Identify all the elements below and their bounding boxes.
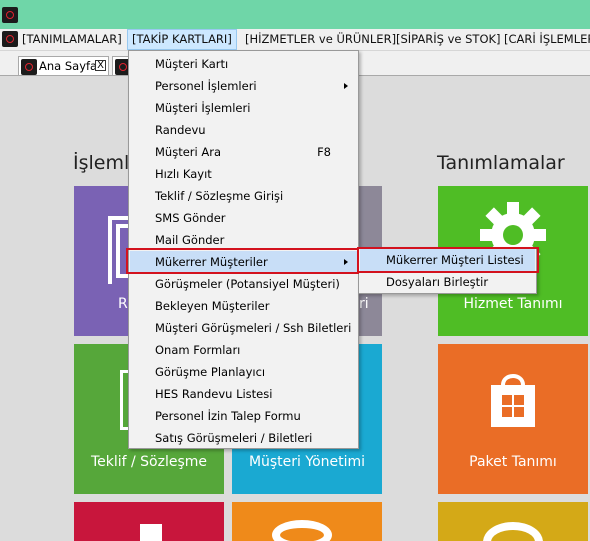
tile-label-hizmet-tanimi: Hizmet Tanımı (463, 296, 563, 312)
menu-item-personel-islemleri[interactable]: Personel İşlemleri (130, 75, 357, 97)
menu-item-gorusmeler[interactable]: Görüşmeler (Potansiyel Müşteri) (130, 273, 357, 295)
takip-kartlari-dropdown: Müşteri Kartı Personel İşlemleri Müşteri… (128, 50, 359, 449)
tile-label-teklif-sozlesme: Teklif / Sözleşme (90, 454, 208, 470)
menu-siparis-ve-stok[interactable]: [SİPARİŞ ve STOK] (392, 29, 505, 50)
menu-item-mail-gonder[interactable]: Mail Gönder (130, 229, 357, 251)
submenu-arrow-icon (344, 259, 348, 265)
menu-item-label: SMS Gönder (155, 211, 226, 225)
tab-label: Ana Sayfa (39, 59, 98, 73)
tile-orange[interactable] (232, 502, 382, 541)
menu-item-label: Görüşme Planlayıcı (155, 365, 266, 379)
menu-item-label: Randevu (155, 123, 206, 137)
tile-label-partial-2: ri (359, 296, 369, 312)
menu-item-label: HES Randevu Listesi (155, 387, 273, 401)
tile-red[interactable] (74, 502, 224, 541)
tab-ana-sayfa[interactable]: Ana Sayfa X (18, 56, 109, 76)
mukerrer-musteriler-submenu: Mükerrer Müşteri Listesi Dosyaları Birle… (358, 247, 537, 294)
app-logo-icon[interactable] (2, 7, 18, 23)
tile-yellow[interactable] (438, 502, 588, 541)
menu-item-musteri-islemleri[interactable]: Müşteri İşlemleri (130, 97, 357, 119)
menu-item-hizli-kayit[interactable]: Hızlı Kayıt (130, 163, 357, 185)
tab-close-button[interactable]: X (95, 60, 106, 71)
app-menu-icon[interactable] (2, 31, 18, 47)
menu-tanimlamalar[interactable]: [TANIMLAMALAR] (18, 29, 126, 50)
menu-item-label: Teklif / Sözleşme Girişi (155, 189, 284, 203)
menu-item-label: Müşteri Ara (155, 145, 222, 159)
tile-label-musteri-yonetimi: Müşteri Yönetimi (248, 454, 366, 470)
menu-item-label: Bekleyen Müşteriler (155, 299, 270, 313)
menu-item-label: Mükerrer Müşteriler (155, 255, 268, 269)
main-menubar: [TANIMLAMALAR] [TAKİP KARTLARI] [HİZMETL… (0, 29, 590, 51)
tile-label-paket-tanimi: Paket Tanımı (469, 454, 557, 470)
section-title-tanimlamalar: Tanımlamalar (437, 152, 565, 174)
menu-item-label: Satış Görüşmeleri / Biletleri (155, 431, 313, 445)
tab-app-icon (21, 59, 37, 75)
menu-item-label: Hızlı Kayıt (155, 167, 212, 181)
menu-item-label: Müşteri İşlemleri (155, 101, 251, 115)
menu-item-satis-gorusmeleri[interactable]: Satış Görüşmeleri / Biletleri (130, 427, 357, 449)
tile-paket-tanimi[interactable]: Paket Tanımı (438, 344, 588, 494)
menu-item-sms-gonder[interactable]: SMS Gönder (130, 207, 357, 229)
shortcut-label: F8 (317, 145, 331, 159)
menu-item-label: Personel İzin Talep Formu (155, 409, 301, 423)
menu-item-randevu[interactable]: Randevu (130, 119, 357, 141)
menu-item-label: Müşteri Kartı (155, 57, 229, 71)
tile-label-partial: R (118, 296, 128, 312)
shopping-bag-icon (491, 374, 535, 427)
menu-cari-islemler[interactable]: [CARİ İŞLEMLER] (500, 29, 590, 50)
menu-item-bekleyen-musteriler[interactable]: Bekleyen Müşteriler (130, 295, 357, 317)
menu-item-musteri-ara[interactable]: Müşteri Ara F8 (130, 141, 357, 163)
menu-item-musteri-karti[interactable]: Müşteri Kartı (130, 53, 357, 75)
section-title-islemler: İşleml (73, 152, 130, 174)
window-titlebar (0, 0, 590, 29)
menu-item-personel-izin-talep-formu[interactable]: Personel İzin Talep Formu (130, 405, 357, 427)
submenu-item-label: Dosyaları Birleştir (386, 275, 489, 289)
menu-item-label: Onam Formları (155, 343, 241, 357)
submenu-item-dosyalari-birlestir[interactable]: Dosyaları Birleştir (360, 271, 535, 293)
menu-item-label: Mail Gönder (155, 233, 225, 247)
menu-item-teklif-sozlesme-girisi[interactable]: Teklif / Sözleşme Girişi (130, 185, 357, 207)
menu-item-hes-randevu-listesi[interactable]: HES Randevu Listesi (130, 383, 357, 405)
submenu-item-mukerrer-musteri-listesi[interactable]: Mükerrer Müşteri Listesi (360, 249, 535, 271)
circle-icon (483, 522, 543, 541)
menu-hizmetler-ve-urunler[interactable]: [HİZMETLER ve ÜRÜNLER] (241, 29, 400, 50)
menu-item-musteri-gorusmeleri[interactable]: Müşteri Görüşmeleri / Ssh Biletleri (130, 317, 357, 339)
submenu-item-label: Mükerrer Müşteri Listesi (386, 253, 524, 267)
grid-icon (140, 524, 162, 541)
menu-item-mukerrer-musteriler[interactable]: Mükerrer Müşteriler (130, 251, 357, 273)
percent-icon (272, 520, 332, 541)
menu-takip-kartlari[interactable]: [TAKİP KARTLARI] (127, 29, 237, 50)
menu-item-label: Personel İşlemleri (155, 79, 257, 93)
menu-item-onam-formlari[interactable]: Onam Formları (130, 339, 357, 361)
submenu-arrow-icon (344, 83, 348, 89)
menu-item-gorusme-planlayici[interactable]: Görüşme Planlayıcı (130, 361, 357, 383)
menu-item-label: Müşteri Görüşmeleri / Ssh Biletleri (155, 321, 352, 335)
menu-item-label: Görüşmeler (Potansiyel Müşteri) (155, 277, 340, 291)
